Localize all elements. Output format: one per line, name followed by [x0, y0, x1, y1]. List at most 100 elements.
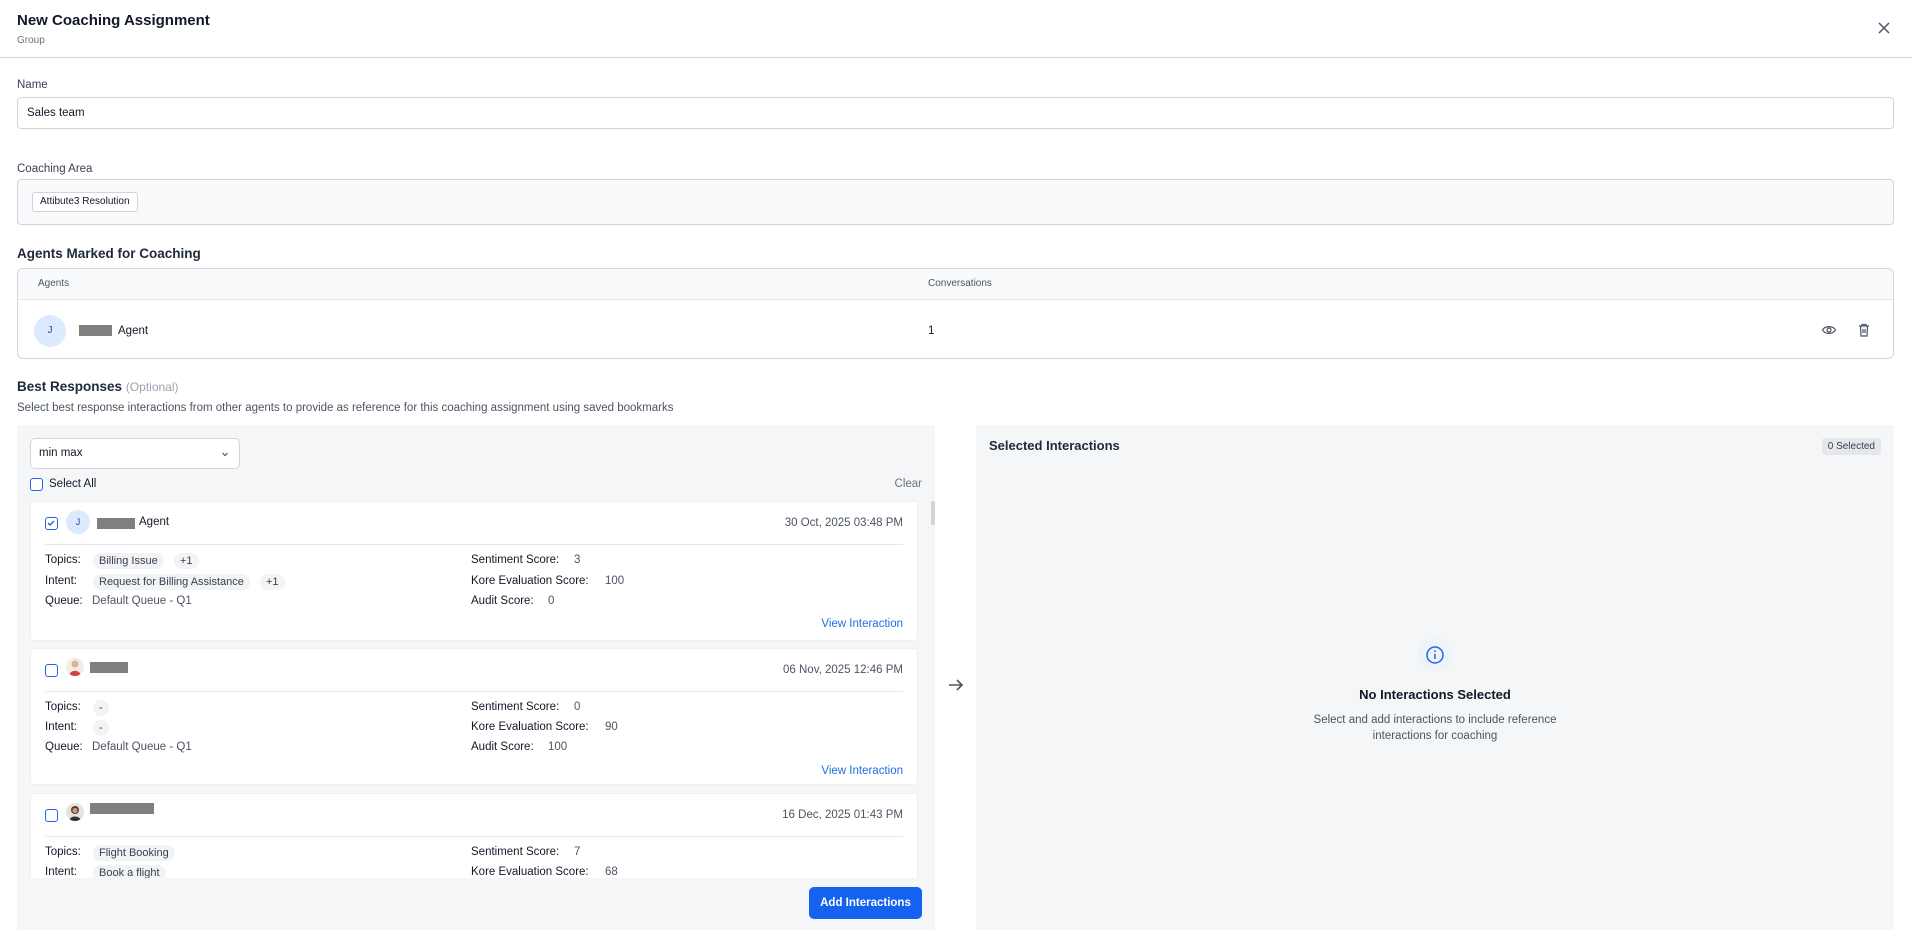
modal-title: New Coaching Assignment [17, 12, 210, 29]
person-icon [69, 660, 81, 676]
intent-more-pill: +1 [260, 574, 285, 590]
topic-pill: Billing Issue [93, 553, 164, 569]
info-icon-container [1418, 638, 1452, 672]
interaction-checkbox[interactable] [45, 809, 58, 822]
column-agents: Agents [38, 278, 70, 289]
best-responses-title: Best Responses (Optional) [17, 379, 179, 394]
check-icon [47, 520, 55, 526]
arrow-right-icon[interactable] [946, 675, 966, 695]
interaction-date: 06 Nov, 2025 12:46 PM [783, 664, 903, 676]
coaching-area-chip: Attibute3 Resolution [32, 192, 138, 212]
interactions-panel: min max Select All Clear J Agent 30 Oct,… [17, 425, 935, 930]
sentiment-label: Sentiment Score: [471, 554, 560, 566]
kore-score-label: Kore Evaluation Score: [471, 575, 589, 587]
sentiment-label: Sentiment Score: [471, 846, 560, 858]
audit-score-value: 100 [548, 741, 568, 753]
divider [45, 544, 903, 545]
audit-score-label: Audit Score: [471, 595, 534, 607]
topic-pill: - [93, 700, 109, 716]
sentiment-label: Sentiment Score: [471, 701, 560, 713]
view-interaction-link[interactable]: View Interaction [821, 765, 903, 777]
interaction-list: J Agent 30 Oct, 2025 03:48 PM Topics: Bi… [30, 501, 930, 878]
interaction-card: J Agent 30 Oct, 2025 03:48 PM Topics: Bi… [30, 501, 918, 641]
topics-label: Topics: [45, 701, 81, 713]
sentiment-value: 7 [574, 846, 581, 858]
sentiment-value: 3 [574, 554, 581, 566]
agent-name: Agent [118, 325, 149, 337]
topic-more-pill: +1 [174, 553, 199, 569]
redacted-name [90, 662, 128, 673]
interaction-card: 06 Nov, 2025 12:46 PM Topics: - Intent: … [30, 648, 918, 785]
close-icon[interactable] [1874, 18, 1894, 38]
queue-value: Default Queue - Q1 [92, 741, 192, 753]
coaching-area-label: Coaching Area [17, 163, 93, 175]
agent-photo [66, 658, 84, 676]
kore-score-value: 100 [605, 575, 625, 587]
kore-score-label: Kore Evaluation Score: [471, 721, 589, 733]
best-responses-label: Best Responses [17, 379, 123, 394]
audit-score-label: Audit Score: [471, 741, 534, 753]
agent-name: Agent [139, 516, 170, 528]
intent-label: Intent: [45, 575, 77, 587]
divider [45, 691, 903, 692]
best-responses-description: Select best response interactions from o… [17, 402, 674, 414]
name-input[interactable]: Sales team [17, 97, 1894, 129]
intent-label: Intent: [45, 866, 77, 878]
sentiment-value: 0 [574, 701, 581, 713]
column-conversations: Conversations [928, 278, 992, 289]
empty-state-title: No Interactions Selected [1359, 687, 1511, 702]
intent-pill: Request for Billing Assistance [93, 574, 250, 590]
person-icon [69, 806, 81, 821]
kore-score-label: Kore Evaluation Score: [471, 866, 589, 878]
avatar: J [66, 510, 90, 534]
audit-score-value: 0 [548, 595, 555, 607]
select-all-label: Select All [49, 478, 97, 490]
topics-label: Topics: [45, 846, 81, 858]
redacted-name [90, 803, 154, 814]
intent-label: Intent: [45, 721, 77, 733]
redacted-name [97, 518, 135, 529]
modal-header: New Coaching Assignment Group [0, 0, 1912, 58]
avatar: J [34, 315, 66, 347]
select-all-checkbox[interactable] [30, 478, 43, 491]
agents-table: Agents Conversations J Agent 1 [17, 268, 1894, 359]
name-label: Name [17, 79, 48, 91]
info-icon [1426, 646, 1444, 664]
intent-pill: - [93, 720, 109, 736]
redacted-name [79, 325, 112, 336]
add-interactions-button[interactable]: Add Interactions [809, 887, 922, 919]
bookmark-filter-value: min max [39, 447, 83, 459]
topics-label: Topics: [45, 554, 81, 566]
selected-interactions-title: Selected Interactions [989, 438, 1120, 453]
interaction-date: 30 Oct, 2025 03:48 PM [784, 517, 903, 529]
interaction-checkbox[interactable] [45, 664, 58, 677]
kore-score-value: 90 [605, 721, 618, 733]
chevron-down-icon [222, 452, 228, 457]
trash-icon[interactable] [1856, 322, 1872, 338]
empty-state-description: Select and add interactions to include r… [1313, 714, 1557, 742]
intent-pill: Book a flight [93, 865, 166, 878]
modal-subtitle: Group [17, 35, 45, 46]
coaching-area-field[interactable]: Attibute3 Resolution [17, 179, 1894, 225]
queue-label: Queue: [45, 741, 83, 753]
divider [45, 836, 903, 837]
clear-button[interactable]: Clear [895, 478, 922, 490]
view-interaction-link[interactable]: View Interaction [821, 618, 903, 630]
interaction-date: 16 Dec, 2025 01:43 PM [782, 809, 903, 821]
list-scrollbar[interactable] [931, 501, 935, 525]
interaction-checkbox[interactable] [45, 517, 58, 530]
selected-count-badge: 0 Selected [1821, 438, 1881, 455]
conversation-count: 1 [928, 325, 935, 337]
bookmark-filter-select[interactable]: min max [30, 438, 240, 469]
interaction-card: 16 Dec, 2025 01:43 PM Topics: Flight Boo… [30, 793, 918, 878]
queue-label: Queue: [45, 595, 83, 607]
eye-icon[interactable] [1821, 322, 1837, 338]
agent-photo [66, 803, 84, 821]
optional-tag: (Optional) [125, 380, 179, 394]
queue-value: Default Queue - Q1 [92, 595, 192, 607]
kore-score-value: 68 [605, 866, 618, 878]
agents-section-title: Agents Marked for Coaching [17, 246, 201, 261]
selected-interactions-panel: Selected Interactions 0 Selected No Inte… [976, 425, 1894, 930]
topic-pill: Flight Booking [93, 845, 175, 861]
agents-table-header: Agents Conversations [18, 269, 1893, 300]
